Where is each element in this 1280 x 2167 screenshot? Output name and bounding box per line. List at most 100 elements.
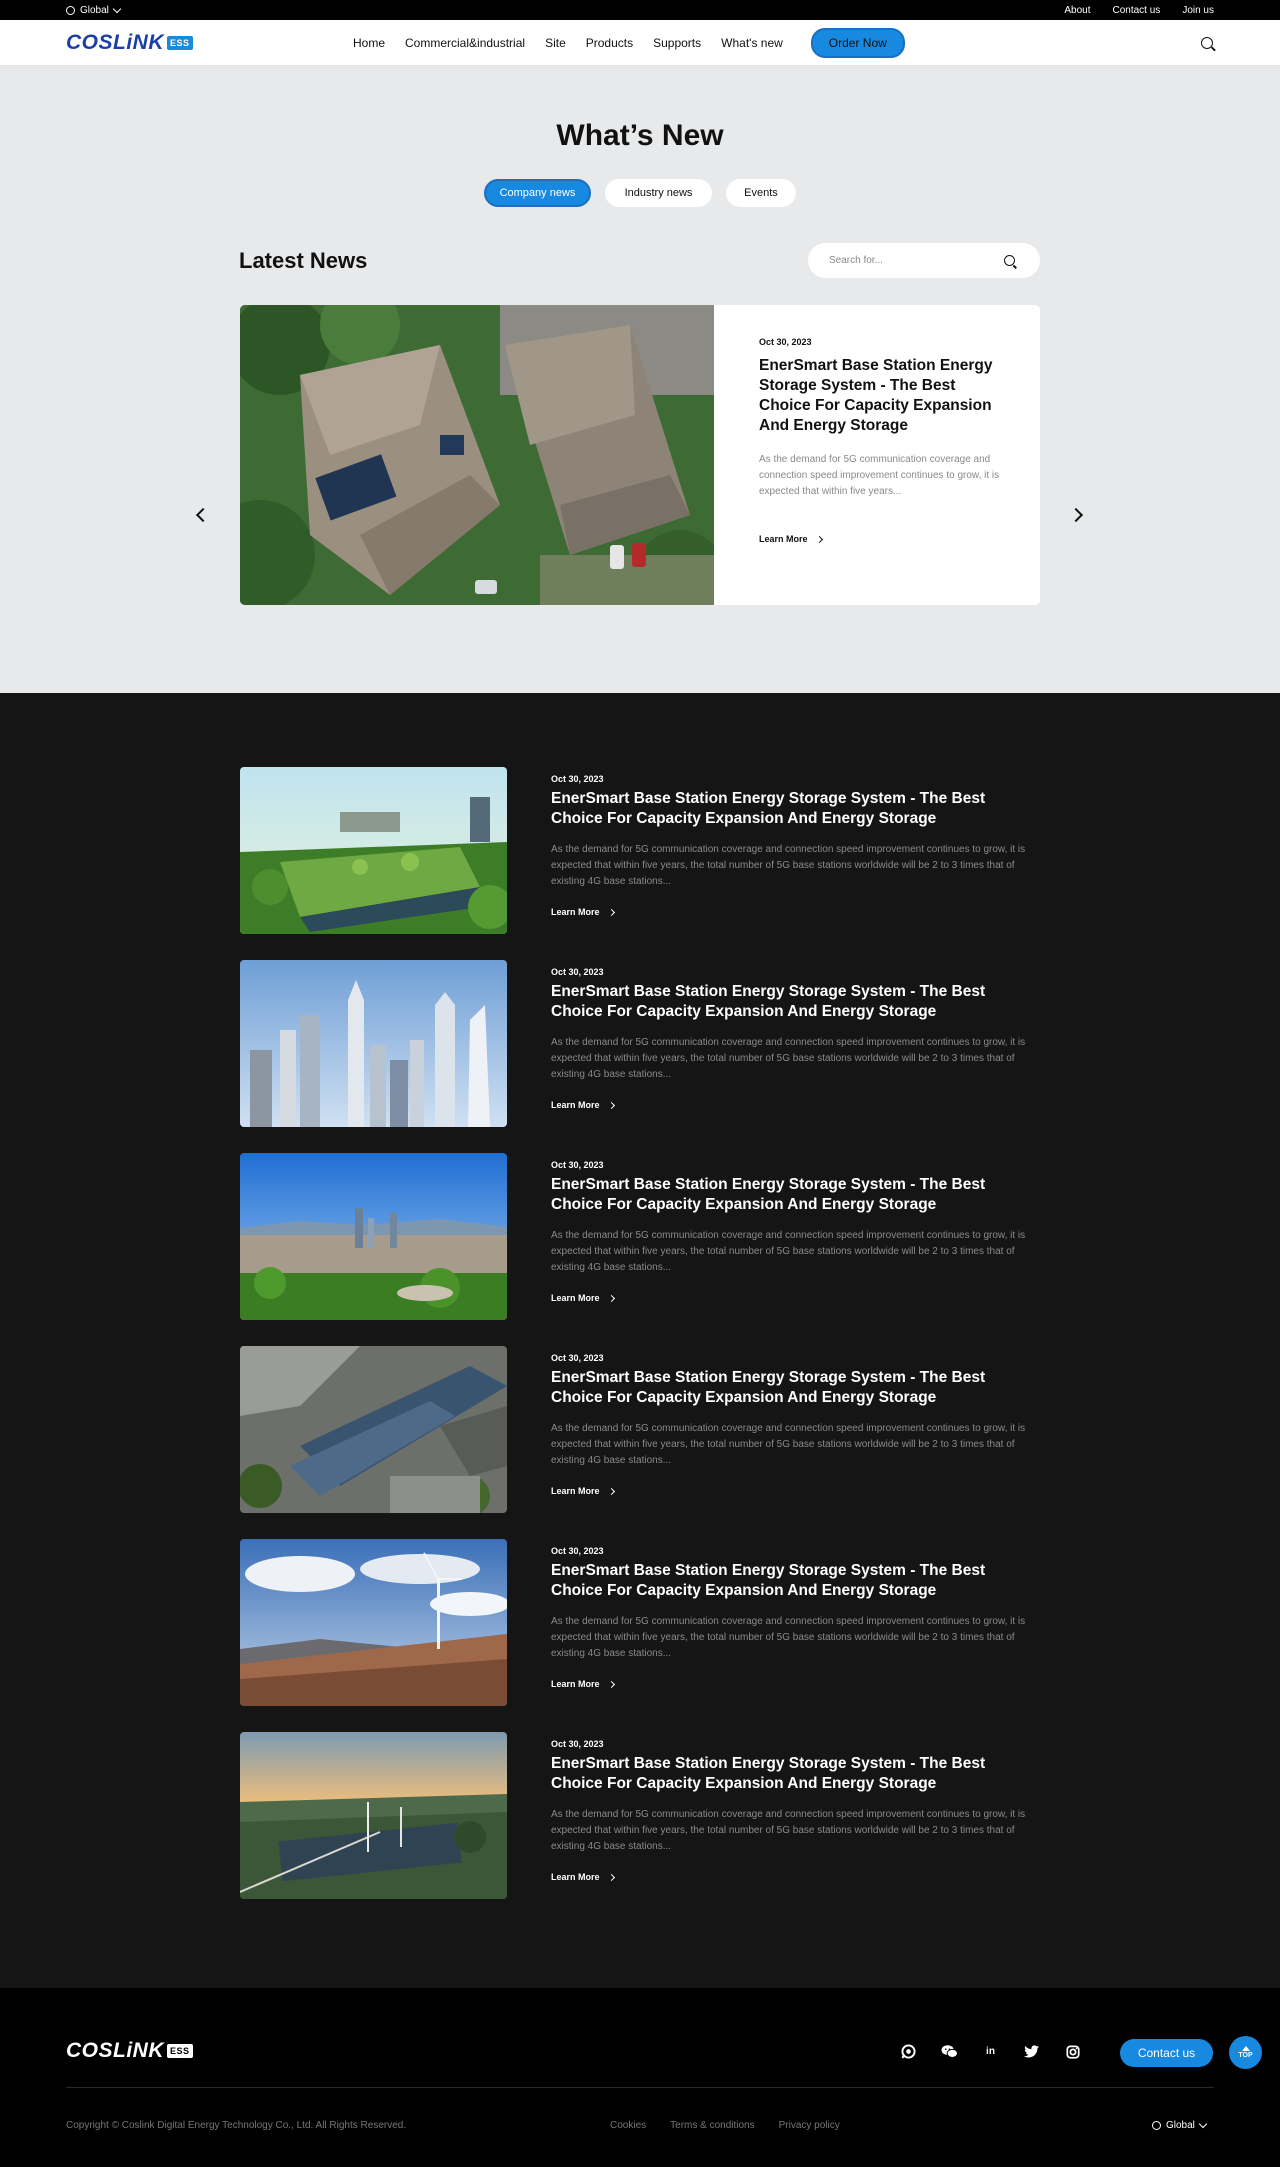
news-date: Oct 30, 2023 (551, 1353, 604, 1363)
nav-item-site[interactable]: Site (545, 36, 566, 50)
tab-industry-news[interactable]: Industry news (605, 179, 712, 207)
tab-company-news[interactable]: Company news (484, 179, 591, 207)
news-title[interactable]: EnerSmart Base Station Energy Storage Sy… (551, 1561, 1041, 1601)
region-label: Global (1166, 2120, 1195, 2131)
news-item-body: Oct 30, 2023 EnerSmart Base Station Ener… (551, 1353, 1041, 1496)
news-thumbnail[interactable] (240, 1539, 507, 1706)
footer-logo[interactable]: COSLiNK ESS (66, 2039, 193, 2063)
featured-title[interactable]: EnerSmart Base Station Energy Storage Sy… (759, 356, 1009, 436)
news-title[interactable]: EnerSmart Base Station Energy Storage Sy… (551, 1175, 1041, 1215)
news-title[interactable]: EnerSmart Base Station Energy Storage Sy… (551, 1368, 1041, 1408)
linkedin-icon[interactable]: in (982, 2043, 999, 2060)
search-icon[interactable] (1004, 255, 1015, 266)
news-item-body: Oct 30, 2023 EnerSmart Base Station Ener… (551, 1160, 1041, 1303)
tab-events[interactable]: Events (726, 179, 796, 207)
news-desc: As the demand for 5G communication cover… (551, 1616, 1026, 1659)
learn-more-label: Learn More (551, 1872, 600, 1882)
news-title[interactable]: EnerSmart Base Station Energy Storage Sy… (551, 1754, 1041, 1794)
carousel-prev-icon[interactable] (195, 507, 211, 523)
news-list-item[interactable]: Oct 30, 2023 EnerSmart Base Station Ener… (240, 1153, 1040, 1320)
whats-new-section: What’s New Company news Industry news Ev… (0, 66, 1280, 693)
chevron-right-icon (607, 1101, 615, 1109)
region-label: Global (80, 4, 109, 16)
region-selector[interactable]: Global (66, 4, 122, 16)
nav-item-products[interactable]: Products (586, 36, 633, 50)
learn-more-label: Learn More (551, 1293, 600, 1303)
news-title[interactable]: EnerSmart Base Station Energy Storage Sy… (551, 982, 1041, 1022)
learn-more-label: Learn More (551, 907, 600, 917)
latest-news-heading: Latest News (239, 248, 368, 273)
chevron-right-icon (607, 908, 615, 916)
footer-region-selector[interactable]: Global (1152, 2119, 1208, 2131)
top-label: TOP (1238, 2052, 1253, 2059)
instagram-icon[interactable] (1064, 2043, 1081, 2060)
top-utility-bar: Global About Contact us Join us (0, 0, 1280, 20)
news-thumbnail[interactable] (240, 767, 507, 934)
learn-more-link[interactable]: Learn More (551, 1872, 1041, 1882)
news-item-body: Oct 30, 2023 EnerSmart Base Station Ener… (551, 1739, 1041, 1882)
wechat-icon[interactable] (941, 2043, 958, 2060)
page-title: What’s New (556, 119, 724, 152)
featured-news-body: Oct 30, 2023 EnerSmart Base Station Ener… (714, 305, 1040, 605)
back-to-top-button[interactable]: TOP (1229, 2036, 1262, 2069)
search-icon[interactable] (1201, 37, 1213, 49)
news-thumbnail[interactable] (240, 1346, 507, 1513)
news-list-item[interactable]: Oct 30, 2023 EnerSmart Base Station Ener… (240, 767, 1040, 934)
nav-item-home[interactable]: Home (353, 36, 385, 50)
news-desc: As the demand for 5G communication cover… (551, 1423, 1026, 1466)
learn-more-label: Learn More (759, 534, 808, 544)
news-desc: As the demand for 5G communication cover… (551, 1809, 1026, 1852)
learn-more-link[interactable]: Learn More (551, 1679, 1041, 1689)
featured-learn-more-link[interactable]: Learn More (759, 534, 1040, 544)
learn-more-link[interactable]: Learn More (551, 1100, 1041, 1110)
news-thumbnail[interactable] (240, 1732, 507, 1899)
chevron-right-icon (815, 535, 823, 543)
footer-contact-button[interactable]: Contact us (1120, 2039, 1213, 2067)
twitter-icon[interactable] (1023, 2043, 1040, 2060)
copyright-text: Copyright © Coslink Digital Energy Techn… (66, 2120, 407, 2131)
learn-more-label: Learn More (551, 1100, 600, 1110)
learn-more-link[interactable]: Learn More (551, 1293, 1041, 1303)
search-placeholder: Search for... (829, 255, 883, 266)
featured-news-image (240, 305, 714, 605)
news-list-item[interactable]: Oct 30, 2023 EnerSmart Base Station Ener… (240, 1539, 1040, 1706)
privacy-link[interactable]: Privacy policy (779, 2120, 840, 2131)
news-search-input[interactable]: Search for... (808, 243, 1040, 278)
join-link[interactable]: Join us (1182, 5, 1214, 16)
utility-links: About Contact us Join us (1064, 5, 1214, 16)
news-date: Oct 30, 2023 (551, 1546, 604, 1556)
learn-more-label: Learn More (551, 1486, 600, 1496)
learn-more-link[interactable]: Learn More (551, 907, 1041, 917)
featured-desc: As the demand for 5G communication cover… (759, 454, 1000, 497)
main-nav: COSLiNK ESS Home Commercial&industrial S… (0, 20, 1280, 66)
terms-link[interactable]: Terms & conditions (670, 2120, 754, 2131)
news-title[interactable]: EnerSmart Base Station Energy Storage Sy… (551, 789, 1041, 829)
about-link[interactable]: About (1064, 5, 1090, 16)
carousel-next-icon[interactable] (1068, 507, 1084, 523)
whatsapp-icon[interactable] (900, 2043, 917, 2060)
news-item-body: Oct 30, 2023 EnerSmart Base Station Ener… (551, 967, 1041, 1110)
logo-tag: ESS (167, 2044, 193, 2058)
learn-more-link[interactable]: Learn More (551, 1486, 1041, 1496)
contact-link[interactable]: Contact us (1113, 5, 1161, 16)
cookies-link[interactable]: Cookies (610, 2120, 646, 2131)
brand-logo[interactable]: COSLiNK ESS (66, 31, 193, 55)
globe-icon (1152, 2121, 1161, 2130)
news-thumbnail[interactable] (240, 960, 507, 1127)
news-list-item[interactable]: Oct 30, 2023 EnerSmart Base Station Ener… (240, 960, 1040, 1127)
news-date: Oct 30, 2023 (551, 1739, 604, 1749)
nav-item-whats-new[interactable]: What's new (721, 36, 783, 50)
news-list-item[interactable]: Oct 30, 2023 EnerSmart Base Station Ener… (240, 1346, 1040, 1513)
legal-links: Cookies Terms & conditions Privacy polic… (610, 2120, 840, 2131)
news-thumbnail[interactable] (240, 1153, 507, 1320)
news-date: Oct 30, 2023 (551, 774, 604, 784)
news-list-item[interactable]: Oct 30, 2023 EnerSmart Base Station Ener… (240, 1732, 1040, 1899)
chevron-right-icon (607, 1873, 615, 1881)
featured-news-card[interactable]: Oct 30, 2023 EnerSmart Base Station Ener… (240, 305, 1040, 605)
nav-item-supports[interactable]: Supports (653, 36, 701, 50)
logo-text: COSLiNK (66, 30, 164, 54)
nav-item-commercial[interactable]: Commercial&industrial (405, 36, 525, 50)
learn-more-label: Learn More (551, 1679, 600, 1689)
logo-tag: ESS (167, 35, 193, 50)
order-now-button[interactable]: Order Now (810, 27, 905, 58)
